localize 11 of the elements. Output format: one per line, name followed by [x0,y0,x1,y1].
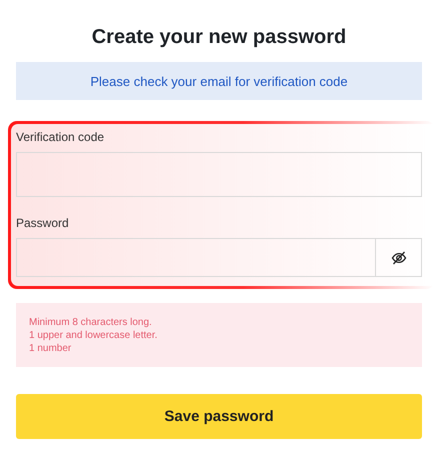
rule-text: Minimum 8 characters long. [29,316,153,328]
rule-text: 1 upper and lowercase letter. [29,328,158,342]
field-label: Verification code [16,130,106,144]
info-text: Please check your email for verification code [90,74,348,88]
eye-slash-icon [390,250,406,266]
password-field[interactable] [16,238,422,277]
rule-text: 1 number [29,342,72,354]
field-label: Password [16,216,70,230]
page-title: Create your new password [90,25,348,50]
save-password-button[interactable]: Save password [16,394,422,439]
code-input[interactable] [16,152,422,197]
